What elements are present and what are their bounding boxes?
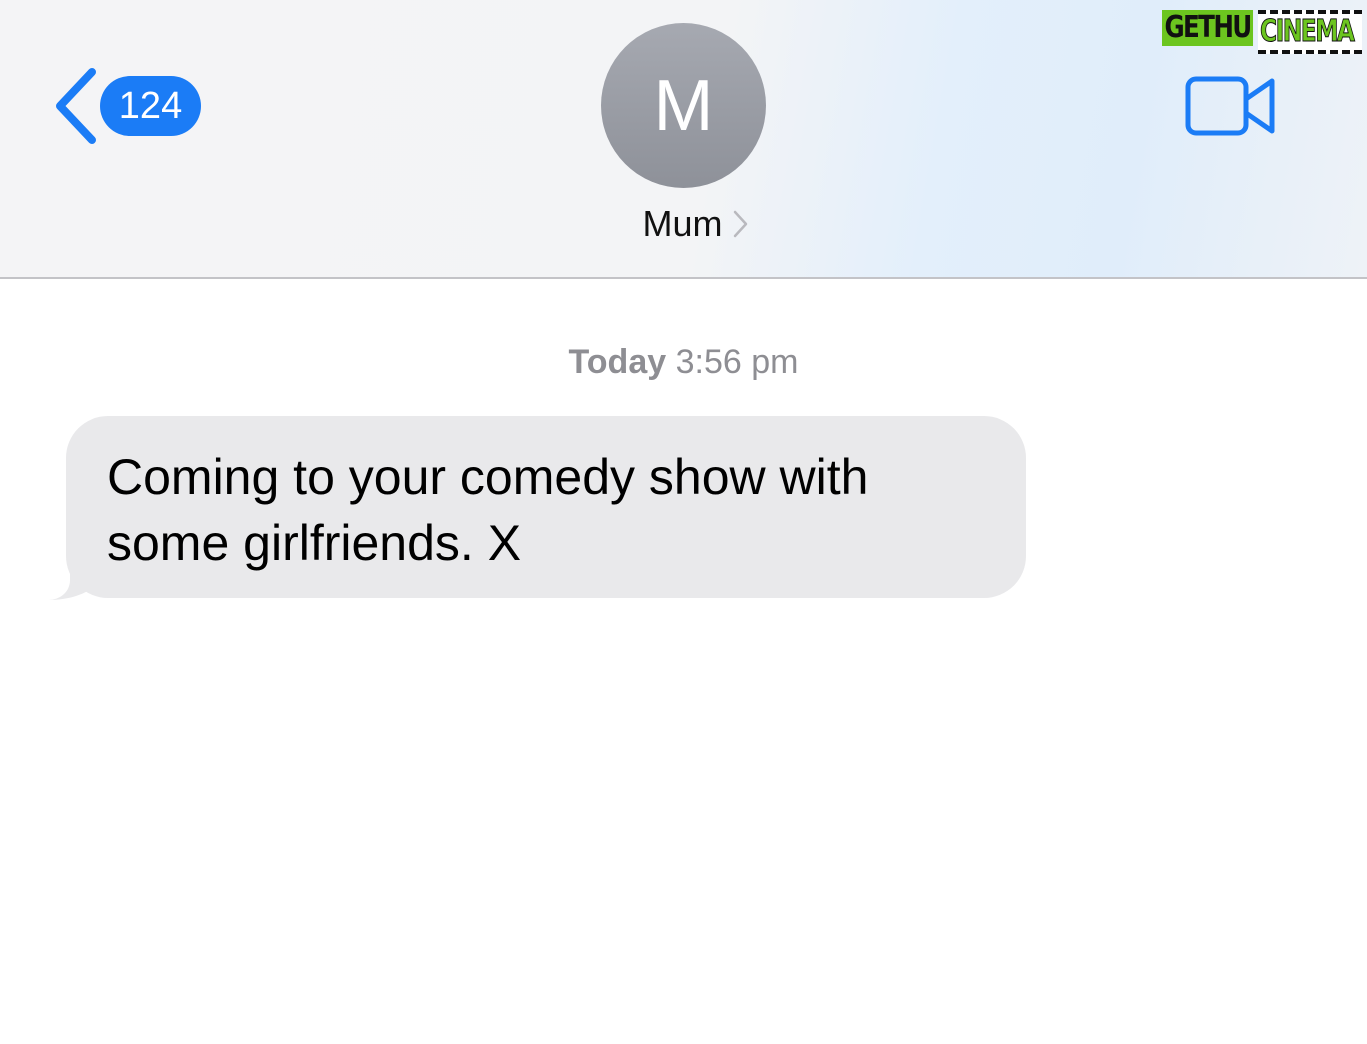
message-text-line-2: some girlfriends. X — [107, 515, 522, 571]
watermark-right-text: CINEMA — [1260, 14, 1356, 50]
chevron-right-icon — [733, 210, 747, 238]
watermark-logo: GETHU CINEMA — [1160, 4, 1367, 54]
messages-screen: 124 M Mum GETHU CINEMA Today 3:56 pm Com… — [0, 0, 1367, 1044]
watermark-left-text: GETHU — [1162, 10, 1254, 46]
conversation-header: 124 M Mum GETHU CINEMA — [0, 0, 1367, 279]
chevron-left-icon — [56, 68, 96, 144]
watermark-film-strip: CINEMA — [1258, 10, 1362, 54]
message-text-line-1: Coming to your comedy show with — [107, 449, 869, 505]
timestamp-day: Today — [568, 343, 667, 381]
contact-name-button[interactable]: Mum — [0, 203, 1367, 245]
avatar[interactable]: M — [601, 23, 766, 188]
unread-count-badge: 124 — [100, 76, 201, 136]
contact-name: Mum — [642, 203, 723, 244]
message-bubble: Coming to your comedy show with some gir… — [66, 416, 1026, 598]
message-timestamp: Today 3:56 pm — [0, 343, 1367, 382]
video-camera-icon[interactable] — [1184, 75, 1278, 137]
incoming-message[interactable]: Coming to your comedy show with some gir… — [48, 416, 1028, 600]
back-button[interactable]: 124 — [50, 66, 201, 146]
timestamp-time: 3:56 pm — [675, 343, 799, 381]
